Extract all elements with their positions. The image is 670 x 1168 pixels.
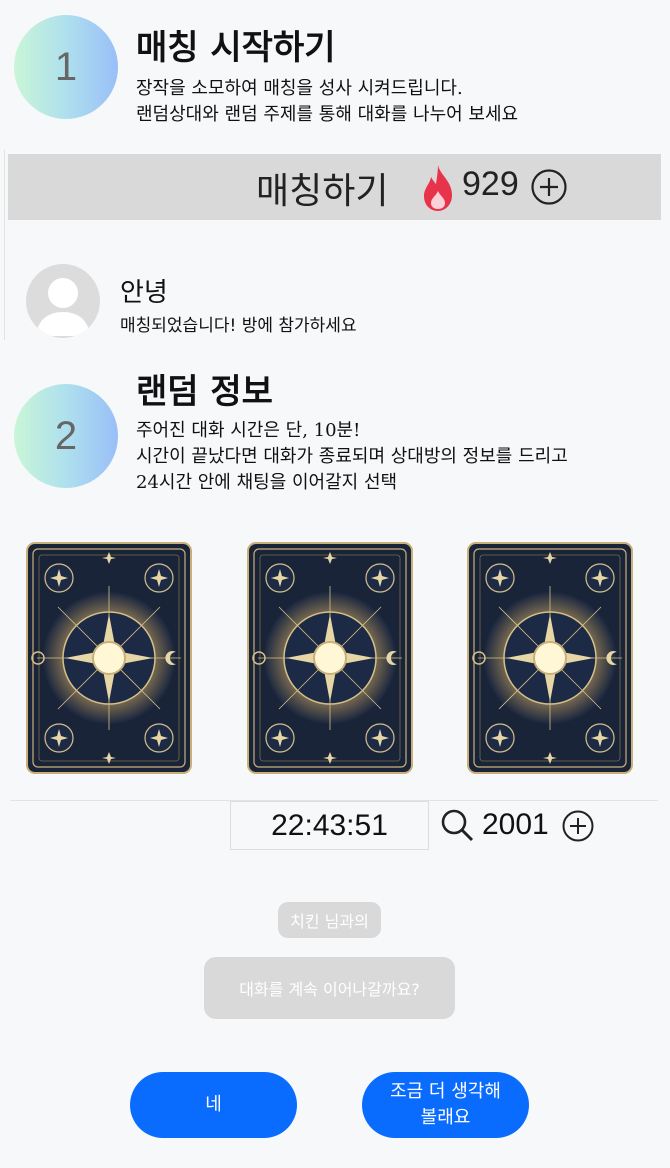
countdown-timer: 22:43:51 xyxy=(230,801,429,850)
step-2-title: 랜덤 정보 xyxy=(136,372,273,412)
fire-icon xyxy=(424,165,452,211)
step-1-description: 장작을 소모하여 매칭을 성사 시켜드립니다. 랜덤상대와 랜덤 주제를 통해 … xyxy=(136,78,519,125)
match-button-label[interactable]: 매칭하기 xyxy=(256,162,388,214)
profile-message[interactable]: 매칭되었습니다! 방에 참가하세요 xyxy=(120,311,357,336)
match-count: 929 xyxy=(462,165,519,203)
yes-button[interactable]: 네 xyxy=(130,1072,297,1138)
continue-question: 대화를 계속 이어나갈까요? xyxy=(204,957,455,1019)
profile-name: 안녕 xyxy=(120,277,168,307)
user-icon xyxy=(36,278,90,336)
tarot-card-back[interactable] xyxy=(467,542,633,774)
step-1-title: 매칭 시작하기 xyxy=(136,28,336,68)
partner-name-chip: 치킨 님과의 xyxy=(278,902,381,938)
step-2-description: 주어진 대화 시간은 단, 10분! 시간이 끝났다면 대화가 종료되며 상대방… xyxy=(136,420,568,493)
timer-value: 22:43:51 xyxy=(271,808,388,842)
step-number: 2 xyxy=(54,413,78,458)
step-2-circle: 2 xyxy=(14,384,118,488)
search-icon[interactable] xyxy=(440,808,474,842)
think-more-button[interactable]: 조금 더 생각해 볼래요 xyxy=(362,1072,529,1138)
step-number: 1 xyxy=(54,44,78,89)
step-1-circle: 1 xyxy=(14,15,118,119)
tarot-card-back[interactable] xyxy=(26,542,192,774)
plus-circle-icon[interactable] xyxy=(530,168,568,206)
search-count: 2001 xyxy=(482,808,549,841)
avatar[interactable] xyxy=(26,264,100,338)
left-divider xyxy=(4,150,5,340)
tarot-card-back[interactable] xyxy=(247,542,413,774)
plus-circle-icon[interactable] xyxy=(561,809,595,843)
